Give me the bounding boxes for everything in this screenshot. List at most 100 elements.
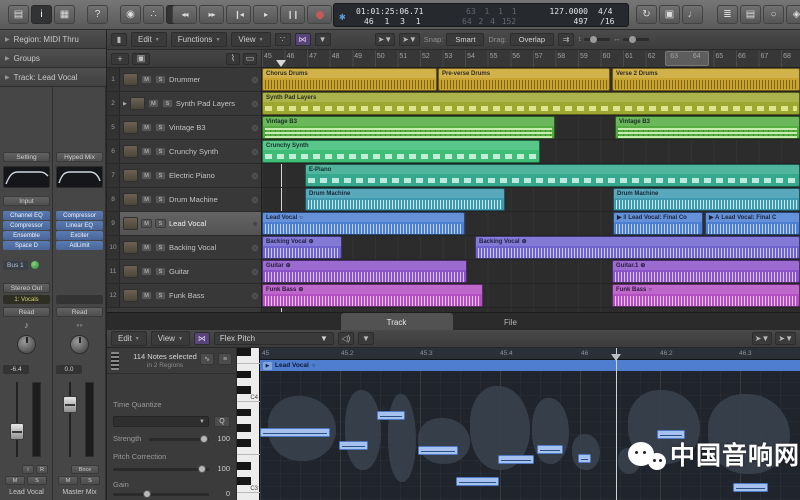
track-header-drum-machine[interactable]: 8MSDrum Machine	[107, 188, 261, 212]
lcd-left-locator[interactable]: 63 1 1 1	[466, 7, 517, 16]
flex-pitch-note[interactable]	[578, 454, 591, 463]
flex-pitch-note[interactable]	[537, 445, 563, 454]
track-lane[interactable]: Backing Vocal⊕Backing Vocal⊕	[262, 236, 800, 260]
editor-region-header[interactable]: ▶ Lead Vocal ○	[260, 360, 800, 371]
catch-icon[interactable]: ∿	[200, 353, 214, 365]
input-button[interactable]: Input	[3, 196, 50, 206]
volume-fader[interactable]	[10, 382, 24, 457]
take-icons[interactable]: ▶ A	[709, 214, 719, 221]
region-funk-bass[interactable]: Funk Bass⊕	[262, 284, 483, 307]
editor-beat-ruler[interactable]: 4545.245.345.44646.246.3	[260, 348, 800, 360]
plugin-slot[interactable]: Exciter	[56, 231, 103, 240]
automation-icon[interactable]: ∵	[275, 33, 291, 46]
eq-thumbnail[interactable]	[56, 166, 103, 188]
region-guitar[interactable]: Guitar⊕	[262, 260, 467, 283]
track-lane[interactable]: Chorus DrumsPre-verse DrumsVerse 2 Drums	[262, 68, 800, 92]
track-header-body[interactable]: MSDrum Machine	[120, 188, 261, 211]
region-guitar-1[interactable]: Guitar.1⊕	[612, 260, 800, 283]
flex-pitch-note[interactable]	[733, 483, 768, 492]
volume-value[interactable]: 0.0	[56, 365, 82, 374]
track-lane[interactable]: Crunchy Synth	[262, 140, 800, 164]
track-hide-icon[interactable]: ▭	[243, 53, 257, 65]
region-lead-vocal-final-co[interactable]: ▶ ‖Lead Vocal: Final Co	[613, 212, 703, 235]
pan-knob[interactable]	[70, 335, 89, 354]
track-header-body[interactable]: ▶MSSynth Pad Layers	[120, 92, 261, 115]
track-solo-button[interactable]: S	[155, 291, 166, 300]
flex-pitch-note[interactable]	[456, 477, 499, 486]
track-lane[interactable]: Funk Bass⊕ Funk Bass○	[262, 284, 800, 308]
note-pads-button[interactable]: ▤	[740, 5, 761, 24]
track-solo-button[interactable]: S	[162, 99, 173, 108]
strength-value[interactable]: 100	[217, 434, 230, 443]
horizontal-zoom-slider[interactable]: ↔	[614, 36, 649, 43]
touch-tracks-icon[interactable]: ◉	[120, 5, 141, 24]
midi-out-icon[interactable]: ◁)	[338, 332, 354, 345]
flex-icon[interactable]: ⋈	[295, 33, 311, 46]
track-header-body[interactable]: MSFunk Bass	[120, 284, 261, 307]
region-pre-verse-drums[interactable]: Pre-verse Drums	[438, 68, 610, 91]
track-lane[interactable]: Vintage B3 Vintage B3	[262, 116, 800, 140]
inspector-icon[interactable]: i	[31, 5, 52, 24]
list-editors-button[interactable]: ≣	[717, 5, 738, 24]
editor-left-tool-menu[interactable]: ➤▼	[752, 332, 773, 345]
eq-thumbnail[interactable]	[3, 166, 50, 188]
region-inspector-header[interactable]: ▶ Region: MIDI Thru	[0, 30, 106, 49]
lcd-division[interactable]: /16	[600, 17, 614, 26]
region-crunchy-synth[interactable]: Crunchy Synth	[262, 140, 540, 163]
track-solo-button[interactable]: S	[155, 75, 166, 84]
browsers-button[interactable]: ◈	[786, 5, 800, 24]
track-solo-button[interactable]: S	[155, 123, 166, 132]
piano-keyboard[interactable]: C4C3	[237, 348, 260, 500]
record-enable-icon[interactable]	[252, 221, 258, 227]
track-header-body[interactable]: MSVintage B3	[120, 116, 261, 139]
link-icon[interactable]: ≡	[218, 353, 232, 365]
region-e-piano[interactable]: E-Piano	[305, 164, 800, 187]
quick-help-icon[interactable]: ?	[87, 5, 108, 24]
add-track-button[interactable]: +	[111, 53, 129, 65]
cycle-button[interactable]: ↻	[636, 5, 657, 24]
track-header-body[interactable]: MSBacking Vocal	[120, 236, 261, 259]
solo-button[interactable]: S	[80, 476, 100, 485]
region-play-icon[interactable]: ▶	[263, 362, 272, 370]
lcd-position[interactable]: 46 1 3 1	[364, 17, 421, 26]
solo-button[interactable]: S	[27, 476, 47, 485]
track-solo-button[interactable]: S	[155, 219, 166, 228]
plugin-slot[interactable]: Channel EQ	[3, 211, 50, 220]
region-vintage-b3[interactable]: Vintage B3	[262, 116, 555, 139]
flex-pitch-note[interactable]	[377, 411, 405, 420]
region-funk-bass[interactable]: Funk Bass○	[612, 284, 800, 307]
record-enable-icon[interactable]	[252, 125, 258, 131]
region-drum-machine[interactable]: Drum Machine	[613, 188, 800, 211]
track-solo-button[interactable]: S	[155, 267, 166, 276]
track-solo-button[interactable]: S	[155, 243, 166, 252]
editor-view-menu[interactable]: View▼	[151, 331, 190, 346]
add-track-stack-button[interactable]: ▣	[132, 53, 150, 65]
mute-button[interactable]: M	[58, 476, 78, 485]
stack-disclosure-icon[interactable]: ▶	[123, 101, 127, 107]
drag-control[interactable]: Drag: Overlap	[488, 33, 554, 46]
region-vintage-b3[interactable]: Vintage B3	[615, 116, 800, 139]
flex-pitch-note[interactable]	[418, 446, 458, 455]
track-mute-button[interactable]: M	[141, 291, 152, 300]
plugin-slot[interactable]: Ensemble	[3, 231, 50, 240]
region-verse-2-drums[interactable]: Verse 2 Drums	[612, 68, 800, 91]
library-icon[interactable]: ▤	[8, 5, 29, 24]
lcd-signature[interactable]: 4/4	[598, 7, 612, 16]
plugin-slot[interactable]: Space D	[3, 241, 50, 250]
arrange-canvas[interactable]: Chorus DrumsPre-verse DrumsVerse 2 Drums…	[262, 68, 800, 312]
smart-controls-icon[interactable]: ∴	[143, 5, 164, 24]
tab-track[interactable]: Track	[341, 313, 453, 331]
stop-button[interactable]: ❙◂	[226, 5, 251, 24]
filter-icon[interactable]: ▼	[315, 33, 331, 46]
send-knob[interactable]	[31, 261, 39, 269]
track-header-body[interactable]: MSDrummer	[120, 68, 261, 91]
pause-button[interactable]: ❙❙	[280, 5, 305, 24]
lcd-smpte[interactable]: 01:01:25:06.71	[356, 7, 423, 16]
rewind-button[interactable]: ◂◂	[172, 5, 197, 24]
track-inspector-header[interactable]: ▶ Track: Lead Vocal	[0, 68, 106, 87]
black-key[interactable]	[237, 409, 251, 417]
track-mute-button[interactable]: M	[141, 171, 152, 180]
record-button[interactable]	[307, 5, 332, 24]
tab-file[interactable]: File	[455, 313, 567, 331]
flex-pitch-icon[interactable]: ⋈	[194, 332, 210, 345]
